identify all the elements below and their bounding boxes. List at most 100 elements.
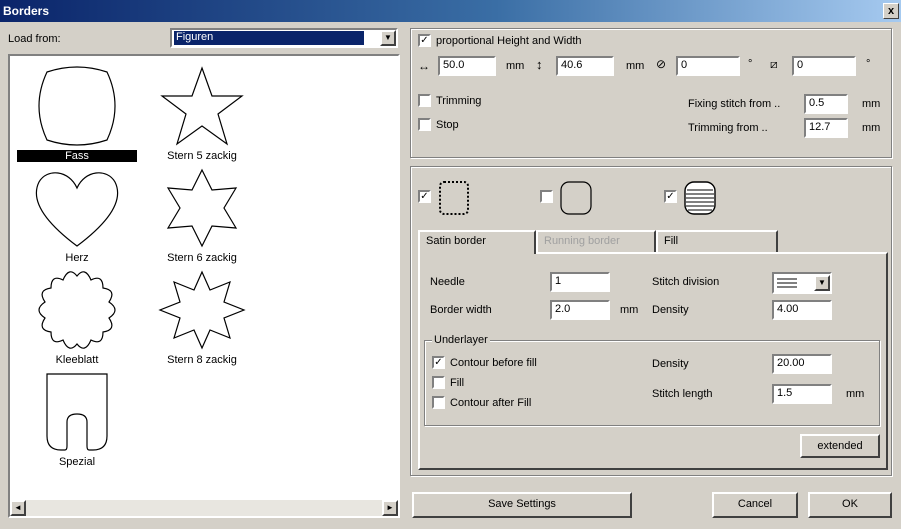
running-border-icon bbox=[560, 181, 592, 215]
star-6-icon bbox=[166, 168, 238, 248]
underlayer-density-input[interactable]: 20.00 bbox=[772, 354, 832, 374]
border-width-unit: mm bbox=[620, 304, 639, 316]
underlayer-fill-checkbox[interactable] bbox=[432, 376, 445, 389]
width-arrow-icon: ↔ bbox=[418, 59, 430, 73]
ok-button[interactable]: OK bbox=[808, 492, 892, 518]
extended-button[interactable]: extended bbox=[800, 434, 880, 458]
title-bar: Borders x bbox=[0, 0, 901, 22]
contour-before-fill-label: Contour before fill bbox=[450, 357, 537, 369]
height-input[interactable]: 40.6 bbox=[556, 56, 614, 76]
running-border-checkbox[interactable] bbox=[540, 190, 553, 203]
slant-input[interactable]: 0 bbox=[792, 56, 856, 76]
size-settings-group bbox=[410, 28, 892, 158]
underlayer-legend: Underlayer bbox=[432, 334, 490, 346]
horizontal-scrollbar[interactable]: ◄ ► bbox=[10, 500, 398, 516]
shape-item-kleeblatt[interactable]: Kleeblatt bbox=[17, 268, 137, 366]
shape-label: Kleeblatt bbox=[55, 354, 99, 366]
tab-fill[interactable]: Fill bbox=[656, 230, 778, 252]
trimming-from-input[interactable]: 12.7 bbox=[804, 118, 848, 138]
stitch-length-label: Stitch length bbox=[652, 388, 713, 400]
window-title: Borders bbox=[3, 4, 50, 18]
shape-item-stern-6[interactable]: Stern 6 zackig bbox=[142, 166, 262, 264]
stop-checkbox[interactable] bbox=[418, 118, 431, 131]
trimming-from-unit: mm bbox=[862, 122, 881, 134]
shape-list[interactable]: Fass Stern 5 zackig Herz Stern 6 zackig … bbox=[8, 54, 400, 518]
trimming-checkbox[interactable] bbox=[418, 94, 431, 107]
star-8-icon bbox=[158, 270, 246, 350]
checkmark-icon: ✓ bbox=[420, 35, 429, 46]
shape-label: Stern 5 zackig bbox=[167, 150, 237, 162]
chevron-down-icon[interactable]: ▼ bbox=[380, 30, 396, 46]
width-input[interactable]: 50.0 bbox=[438, 56, 496, 76]
trimming-label: Trimming bbox=[436, 95, 482, 107]
fixing-stitch-unit: mm bbox=[862, 98, 881, 110]
star-5-icon bbox=[160, 66, 244, 146]
save-settings-button[interactable]: Save Settings bbox=[412, 492, 632, 518]
stitch-length-unit: mm bbox=[846, 388, 865, 400]
height-arrow-icon: ↕ bbox=[536, 57, 543, 72]
stitch-division-label: Stitch division bbox=[652, 276, 720, 288]
needle-input[interactable]: 1 bbox=[550, 272, 610, 292]
scroll-left-button[interactable]: ◄ bbox=[10, 500, 26, 516]
underlayer-density-label: Density bbox=[652, 358, 689, 370]
satin-border-checkbox[interactable]: ✓ bbox=[418, 190, 431, 203]
density-input[interactable]: 4.00 bbox=[772, 300, 832, 320]
cancel-button[interactable]: Cancel bbox=[712, 492, 798, 518]
fass-shape-icon bbox=[38, 66, 116, 146]
cloverleaf-icon bbox=[38, 271, 116, 349]
tab-running-border[interactable]: Running border bbox=[536, 230, 656, 252]
trimming-from-label: Trimming from .. bbox=[688, 122, 768, 134]
shape-item-herz[interactable]: Herz bbox=[17, 166, 137, 264]
shape-label: Stern 8 zackig bbox=[167, 354, 237, 366]
shape-item-stern-5[interactable]: Stern 5 zackig bbox=[142, 64, 262, 162]
border-width-label: Border width bbox=[430, 304, 492, 316]
shape-item-fass[interactable]: Fass bbox=[17, 64, 137, 162]
load-from-label: Load from: bbox=[8, 33, 61, 45]
slant-icon: ⧄ bbox=[770, 57, 778, 71]
satin-border-icon bbox=[439, 181, 469, 215]
chevron-down-icon[interactable]: ▼ bbox=[814, 275, 830, 291]
tab-strip: Satin border Running border Fill bbox=[418, 230, 888, 254]
scroll-right-button[interactable]: ► bbox=[382, 500, 398, 516]
width-unit: mm bbox=[506, 60, 525, 72]
proportional-checkbox[interactable]: ✓ bbox=[418, 34, 431, 47]
stitch-division-icon bbox=[777, 278, 797, 288]
angle-unit: ° bbox=[748, 58, 753, 70]
angle-input[interactable]: 0 bbox=[676, 56, 740, 76]
contour-after-fill-checkbox[interactable] bbox=[432, 396, 445, 409]
height-unit: mm bbox=[626, 60, 645, 72]
close-button[interactable]: x bbox=[883, 3, 899, 19]
special-shape-icon bbox=[46, 373, 108, 451]
checkmark-icon: ✓ bbox=[434, 357, 443, 368]
stitch-division-dropdown[interactable]: ▼ bbox=[772, 272, 832, 294]
underlayer-fill-label: Fill bbox=[450, 377, 465, 389]
density-label: Density bbox=[652, 304, 689, 316]
stop-label: Stop bbox=[436, 119, 459, 131]
shape-label: Spezial bbox=[58, 456, 96, 468]
needle-label: Needle bbox=[430, 276, 465, 288]
shape-item-stern-8[interactable]: Stern 8 zackig bbox=[142, 268, 262, 366]
load-from-dropdown[interactable]: Figuren ▼ bbox=[170, 28, 398, 48]
underlayer-group bbox=[424, 340, 880, 426]
shape-label: Stern 6 zackig bbox=[167, 252, 237, 264]
shape-label: Fass bbox=[17, 150, 137, 162]
contour-before-fill-checkbox[interactable]: ✓ bbox=[432, 356, 445, 369]
slant-unit: ° bbox=[866, 58, 871, 70]
arrow-left-icon: ◄ bbox=[14, 503, 22, 512]
fill-checkbox[interactable]: ✓ bbox=[664, 190, 677, 203]
fixing-stitch-label: Fixing stitch from .. bbox=[688, 98, 781, 110]
shape-label: Herz bbox=[65, 252, 89, 264]
stitch-length-input[interactable]: 1.5 bbox=[772, 384, 832, 404]
load-from-value: Figuren bbox=[174, 31, 364, 45]
heart-icon bbox=[35, 172, 119, 247]
arrow-right-icon: ► bbox=[386, 503, 394, 512]
fixing-stitch-input[interactable]: 0.5 bbox=[804, 94, 848, 114]
checkmark-icon: ✓ bbox=[666, 191, 675, 202]
checkmark-icon: ✓ bbox=[420, 191, 429, 202]
rotate-icon: ⊘ bbox=[656, 57, 667, 71]
tab-satin-border[interactable]: Satin border bbox=[418, 230, 536, 254]
border-width-input[interactable]: 2.0 bbox=[550, 300, 610, 320]
fill-pattern-icon bbox=[684, 181, 716, 215]
shape-item-spezial[interactable]: Spezial bbox=[17, 370, 137, 468]
contour-after-fill-label: Contour after Fill bbox=[450, 397, 532, 409]
